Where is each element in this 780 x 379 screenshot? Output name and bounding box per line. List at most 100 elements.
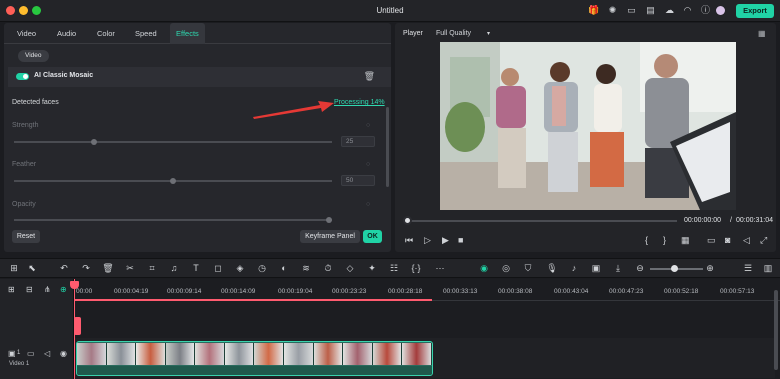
shield-icon[interactable]: ⛉ — [522, 263, 534, 274]
redo-icon[interactable]: ↷ — [80, 263, 92, 274]
panel-toggle-icon[interactable]: ▥ — [762, 263, 774, 274]
quality-dropdown[interactable]: Full Quality ▾ — [436, 30, 490, 37]
playhead-marker[interactable] — [74, 317, 81, 335]
timeline-scrollbar[interactable] — [774, 290, 778, 370]
more-icon[interactable]: ⋯ — [434, 263, 446, 274]
feather-value[interactable]: 50 — [341, 175, 375, 186]
zoom-in-icon[interactable]: ⊕ — [704, 263, 716, 274]
save-icon[interactable]: ▤ — [645, 5, 656, 16]
shape-icon[interactable]: ◻ — [212, 263, 224, 274]
snapshot-layout-icon[interactable]: ▦ — [758, 29, 766, 38]
fullscreen-icon[interactable]: ⤢ — [760, 235, 767, 246]
playback-knob[interactable] — [403, 216, 412, 225]
color-icon[interactable]: ◐ — [278, 263, 290, 273]
video-preview[interactable] — [440, 42, 736, 210]
timeline[interactable]: ⊞ ⊟ ⋔ ⊕ ▣ 1 ▭ ◁ ◉ Video 1 00:00 00:00:04… — [0, 279, 780, 379]
keyframe-panel-button[interactable]: Keyframe Panel — [300, 230, 360, 243]
mute-icon[interactable]: ◁ — [44, 349, 50, 358]
layout-grid-icon[interactable]: ⊞ — [8, 263, 20, 274]
info-icon[interactable]: ⓘ — [700, 5, 711, 16]
reset-button[interactable]: Reset — [12, 230, 40, 243]
volume-icon[interactable]: ◁ — [743, 235, 750, 246]
strength-slider[interactable] — [14, 141, 332, 143]
ai-tool-icon[interactable]: ✦ — [366, 263, 378, 274]
tab-effects[interactable]: Effects — [170, 23, 205, 44]
snap-toggle-icon[interactable]: ◉ — [478, 263, 490, 274]
timeline-toolbar: ⊞ ⬉ ↶ ↷ 🗑 ✂ ⌗ ♫ T ◻ ◈ ◷ ◐ ≋ ⏱ ◇ ✦ ☷ {·} … — [0, 258, 780, 278]
tab-audio[interactable]: Audio — [57, 29, 76, 38]
feather-slider-knob[interactable] — [170, 178, 176, 184]
export-frame-icon[interactable]: ⤓ — [612, 263, 624, 274]
code-icon[interactable]: {·} — [410, 263, 422, 273]
strength-reset-icon[interactable]: ○ — [366, 122, 370, 129]
playback-timeline[interactable] — [407, 220, 677, 222]
zoom-out-icon[interactable]: ⊖ — [634, 263, 646, 274]
stop-icon[interactable]: ■ — [458, 235, 463, 245]
effect-toggle[interactable] — [16, 73, 29, 80]
audio-icon[interactable]: ♫ — [168, 263, 180, 273]
video-chip[interactable]: Video — [18, 50, 49, 62]
eye-icon[interactable]: ◉ — [60, 349, 67, 358]
camera-icon[interactable]: ◙ — [725, 235, 730, 245]
voiceover-icon[interactable]: ♪ — [568, 263, 580, 273]
prev-frame-icon[interactable]: ⏮ — [405, 235, 413, 246]
annotation-arrow — [253, 101, 334, 119]
clip-thumbnail — [284, 343, 314, 365]
mic-icon[interactable]: 🎙 — [546, 263, 558, 274]
strength-value[interactable]: 25 — [341, 136, 375, 147]
tab-speed[interactable]: Speed — [135, 29, 157, 38]
play-icon[interactable]: ▶ — [442, 235, 449, 246]
mask-icon[interactable]: ◈ — [234, 263, 246, 274]
video-clip[interactable] — [76, 341, 433, 376]
opacity-slider[interactable] — [14, 219, 332, 221]
panel-scrollbar[interactable] — [386, 107, 389, 187]
avatar[interactable] — [716, 6, 725, 15]
cut-icon[interactable]: ✂ — [124, 263, 136, 274]
opacity-reset-icon[interactable]: ○ — [366, 201, 370, 208]
adjust-icon[interactable]: ☷ — [388, 263, 400, 274]
zoom-slider-knob[interactable] — [671, 265, 678, 272]
delete-icon[interactable]: 🗑 — [102, 263, 114, 274]
track-settings-icon[interactable]: ☰ — [742, 263, 754, 274]
select-arrow-icon[interactable]: ⬉ — [26, 263, 38, 274]
folder-icon[interactable]: ▭ — [27, 349, 35, 358]
monitor-icon[interactable]: ▭ — [707, 235, 716, 246]
add-track-icon[interactable]: ⊞ — [8, 285, 15, 294]
pip-icon[interactable]: ▣ — [590, 263, 602, 274]
ok-button[interactable]: OK — [363, 230, 382, 243]
export-button[interactable]: Export — [736, 4, 774, 18]
gift-icon[interactable]: 🎁 — [588, 5, 599, 16]
text-icon[interactable]: T — [190, 263, 202, 273]
stabilize-icon[interactable]: ≋ — [300, 263, 312, 274]
undo-icon[interactable]: ↶ — [58, 263, 70, 274]
tab-video[interactable]: Video — [17, 29, 36, 38]
marker-icon[interactable]: ◎ — [500, 263, 512, 274]
keyframe-icon[interactable]: ◇ — [344, 263, 356, 274]
window-title: Untitled — [376, 6, 404, 15]
feather-label: Feather — [12, 161, 37, 168]
speed-icon[interactable]: ◷ — [256, 263, 268, 274]
timeline-ruler[interactable]: 00:00 00:00:04:19 00:00:09:14 00:00:14:0… — [74, 279, 780, 301]
layout-icon[interactable]: ▭ — [626, 5, 637, 16]
render-icon[interactable]: ▦ — [681, 235, 690, 246]
mark-out-icon[interactable]: } — [663, 235, 666, 245]
snap-icon[interactable]: ⊕ — [60, 285, 67, 294]
link-icon[interactable]: ⊟ — [26, 285, 33, 294]
tab-color[interactable]: Color — [97, 29, 115, 38]
cloud-icon[interactable]: ☁ — [664, 5, 675, 16]
play-back-icon[interactable]: ▷ — [424, 235, 431, 246]
sun-icon[interactable]: ✺ — [607, 5, 618, 16]
crop-icon[interactable]: ⌗ — [146, 263, 158, 274]
detected-faces-label: Detected faces — [12, 99, 59, 106]
opacity-slider-knob[interactable] — [326, 217, 332, 223]
feather-reset-icon[interactable]: ○ — [366, 161, 370, 168]
strength-slider-knob[interactable] — [91, 139, 97, 145]
magnet-icon[interactable]: ⋔ — [44, 285, 51, 294]
processing-link[interactable]: Processing 14% — [334, 99, 385, 106]
trash-icon[interactable]: 🗑 — [364, 71, 375, 82]
mark-in-icon[interactable]: { — [645, 235, 648, 245]
ruler-label: 00:00:57:13 — [720, 288, 755, 295]
timer-icon[interactable]: ⏱ — [322, 263, 334, 274]
headset-icon[interactable]: ◠ — [682, 5, 693, 16]
playhead-handle[interactable] — [70, 281, 79, 289]
